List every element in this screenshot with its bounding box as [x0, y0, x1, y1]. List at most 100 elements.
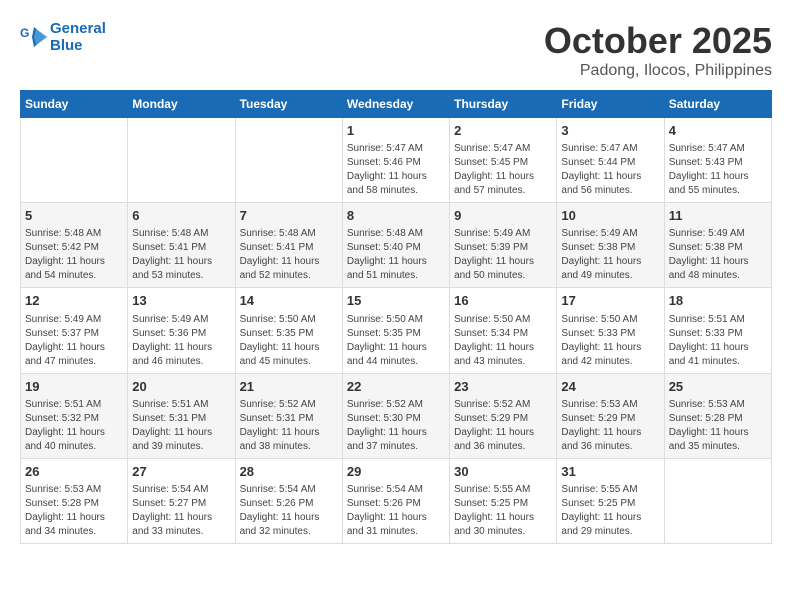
header-tuesday: Tuesday [235, 91, 342, 118]
calendar-cell: 2Sunrise: 5:47 AM Sunset: 5:45 PM Daylig… [450, 118, 557, 203]
header-friday: Friday [557, 91, 664, 118]
calendar-cell [235, 118, 342, 203]
day-info: Sunrise: 5:50 AM Sunset: 5:34 PM Dayligh… [454, 313, 552, 369]
day-number: 31 [561, 463, 659, 481]
logo-icon: G [20, 23, 48, 51]
calendar-cell: 6Sunrise: 5:48 AM Sunset: 5:41 PM Daylig… [128, 203, 235, 288]
svg-text:G: G [20, 26, 29, 40]
day-info: Sunrise: 5:48 AM Sunset: 5:41 PM Dayligh… [132, 227, 230, 283]
calendar-cell: 23 Sunrise: 5:52 AM Sunset: 5:29 PM Dayli… [450, 373, 557, 458]
title-section: October 2025 Padong, Ilocos, Philippines [544, 20, 772, 80]
day-number: 24 [561, 378, 659, 396]
calendar-cell: 31 Sunrise: 5:55 AM Sunset: 5:25 PM Dayli… [557, 458, 664, 543]
day-info: Sunrise: 5:54 AM Sunset: 5:27 PM Dayligh… [132, 483, 230, 539]
day-info: Sunrise: 5:51 AM Sunset: 5:31 PM Dayligh… [132, 398, 230, 454]
day-info: Sunrise: 5:49 AM Sunset: 5:38 PM Dayligh… [669, 227, 767, 283]
day-number: 19 [25, 378, 123, 396]
calendar-cell: 14 Sunrise: 5:50 AM Sunset: 5:35 PM Dayli… [235, 288, 342, 373]
calendar-cell: 1 Sunrise: 5:47 AM Sunset: 5:46 PM Daylig… [342, 118, 449, 203]
day-info: Sunrise: 5:53 AM Sunset: 5:28 PM Dayligh… [669, 398, 767, 454]
calendar-cell: 22 Sunrise: 5:52 AM Sunset: 5:30 PM Dayli… [342, 373, 449, 458]
day-number: 23 [454, 378, 552, 396]
calendar-cell [128, 118, 235, 203]
day-number: 12 [25, 292, 123, 310]
day-info: Sunrise: 5:48 AM Sunset: 5:41 PM Dayligh… [240, 227, 338, 283]
day-number: 22 [347, 378, 445, 396]
calendar-week-2: 5 Sunrise: 5:48 AM Sunset: 5:42 PM Daylig… [21, 203, 772, 288]
day-info: Sunrise: 5:52 AM Sunset: 5:30 PM Dayligh… [347, 398, 445, 454]
day-info: Sunrise: 5:50 AM Sunset: 5:35 PM Dayligh… [347, 313, 445, 369]
calendar-cell: 7Sunrise: 5:48 AM Sunset: 5:41 PM Daylig… [235, 203, 342, 288]
calendar-cell: 15 Sunrise: 5:50 AM Sunset: 5:35 PM Dayli… [342, 288, 449, 373]
calendar-cell: 20 Sunrise: 5:51 AM Sunset: 5:31 PM Dayli… [128, 373, 235, 458]
calendar-cell: 11 Sunrise: 5:49 AM Sunset: 5:38 PM Dayli… [664, 203, 771, 288]
logo: G General Blue [20, 20, 106, 55]
calendar-cell: 19 Sunrise: 5:51 AM Sunset: 5:32 PM Dayli… [21, 373, 128, 458]
day-number: 11 [669, 207, 767, 225]
calendar-cell: 24 Sunrise: 5:53 AM Sunset: 5:29 PM Dayli… [557, 373, 664, 458]
day-number: 30 [454, 463, 552, 481]
calendar-cell: 3Sunrise: 5:47 AM Sunset: 5:44 PM Daylig… [557, 118, 664, 203]
calendar-cell: 5 Sunrise: 5:48 AM Sunset: 5:42 PM Daylig… [21, 203, 128, 288]
day-number: 4 [669, 122, 767, 140]
header-monday: Monday [128, 91, 235, 118]
day-number: 21 [240, 378, 338, 396]
calendar-cell: 12 Sunrise: 5:49 AM Sunset: 5:37 PM Dayli… [21, 288, 128, 373]
day-info: Sunrise: 5:52 AM Sunset: 5:29 PM Dayligh… [454, 398, 552, 454]
calendar-week-3: 12 Sunrise: 5:49 AM Sunset: 5:37 PM Dayli… [21, 288, 772, 373]
day-info: Sunrise: 5:48 AM Sunset: 5:42 PM Dayligh… [25, 227, 123, 283]
calendar-week-5: 26Sunrise: 5:53 AM Sunset: 5:28 PM Dayli… [21, 458, 772, 543]
day-number: 15 [347, 292, 445, 310]
calendar-table: Sunday Monday Tuesday Wednesday Thursday… [20, 90, 772, 544]
day-info: Sunrise: 5:51 AM Sunset: 5:33 PM Dayligh… [669, 313, 767, 369]
calendar-cell: 4 Sunrise: 5:47 AM Sunset: 5:43 PM Daylig… [664, 118, 771, 203]
calendar-cell: 25 Sunrise: 5:53 AM Sunset: 5:28 PM Dayli… [664, 373, 771, 458]
day-info: Sunrise: 5:50 AM Sunset: 5:33 PM Dayligh… [561, 313, 659, 369]
day-info: Sunrise: 5:48 AM Sunset: 5:40 PM Dayligh… [347, 227, 445, 283]
day-number: 26 [25, 463, 123, 481]
calendar-cell: 17 Sunrise: 5:50 AM Sunset: 5:33 PM Dayli… [557, 288, 664, 373]
day-info: Sunrise: 5:51 AM Sunset: 5:32 PM Dayligh… [25, 398, 123, 454]
day-number: 29 [347, 463, 445, 481]
day-number: 25 [669, 378, 767, 396]
calendar-body: 1 Sunrise: 5:47 AM Sunset: 5:46 PM Daylig… [21, 118, 772, 544]
calendar-cell: 27Sunrise: 5:54 AM Sunset: 5:27 PM Dayli… [128, 458, 235, 543]
day-info: Sunrise: 5:49 AM Sunset: 5:36 PM Dayligh… [132, 313, 230, 369]
header-saturday: Saturday [664, 91, 771, 118]
page-header: G General Blue October 2025 Padong, Iloc… [20, 20, 772, 80]
calendar-cell: 16Sunrise: 5:50 AM Sunset: 5:34 PM Dayli… [450, 288, 557, 373]
weekday-header-row: Sunday Monday Tuesday Wednesday Thursday… [21, 91, 772, 118]
header-wednesday: Wednesday [342, 91, 449, 118]
day-number: 17 [561, 292, 659, 310]
day-info: Sunrise: 5:47 AM Sunset: 5:46 PM Dayligh… [347, 142, 445, 198]
day-number: 8 [347, 207, 445, 225]
calendar-week-4: 19 Sunrise: 5:51 AM Sunset: 5:32 PM Dayli… [21, 373, 772, 458]
location: Padong, Ilocos, Philippines [544, 62, 772, 80]
month-title: October 2025 [544, 20, 772, 62]
header-sunday: Sunday [21, 91, 128, 118]
logo-text-general: General [50, 20, 106, 37]
day-number: 5 [25, 207, 123, 225]
calendar-cell: 26Sunrise: 5:53 AM Sunset: 5:28 PM Dayli… [21, 458, 128, 543]
calendar-cell: 29Sunrise: 5:54 AM Sunset: 5:26 PM Dayli… [342, 458, 449, 543]
day-number: 13 [132, 292, 230, 310]
day-number: 9 [454, 207, 552, 225]
day-info: Sunrise: 5:49 AM Sunset: 5:38 PM Dayligh… [561, 227, 659, 283]
calendar-cell: 9 Sunrise: 5:49 AM Sunset: 5:39 PM Daylig… [450, 203, 557, 288]
day-info: Sunrise: 5:47 AM Sunset: 5:44 PM Dayligh… [561, 142, 659, 198]
day-info: Sunrise: 5:50 AM Sunset: 5:35 PM Dayligh… [240, 313, 338, 369]
calendar-cell: 10 Sunrise: 5:49 AM Sunset: 5:38 PM Dayli… [557, 203, 664, 288]
day-info: Sunrise: 5:52 AM Sunset: 5:31 PM Dayligh… [240, 398, 338, 454]
calendar-cell: 30Sunrise: 5:55 AM Sunset: 5:25 PM Dayli… [450, 458, 557, 543]
day-number: 20 [132, 378, 230, 396]
calendar-cell: 28Sunrise: 5:54 AM Sunset: 5:26 PM Dayli… [235, 458, 342, 543]
day-info: Sunrise: 5:49 AM Sunset: 5:37 PM Dayligh… [25, 313, 123, 369]
day-number: 14 [240, 292, 338, 310]
day-info: Sunrise: 5:49 AM Sunset: 5:39 PM Dayligh… [454, 227, 552, 283]
day-info: Sunrise: 5:47 AM Sunset: 5:45 PM Dayligh… [454, 142, 552, 198]
day-number: 1 [347, 122, 445, 140]
day-info: Sunrise: 5:47 AM Sunset: 5:43 PM Dayligh… [669, 142, 767, 198]
day-info: Sunrise: 5:55 AM Sunset: 5:25 PM Dayligh… [561, 483, 659, 539]
day-number: 10 [561, 207, 659, 225]
day-info: Sunrise: 5:53 AM Sunset: 5:29 PM Dayligh… [561, 398, 659, 454]
